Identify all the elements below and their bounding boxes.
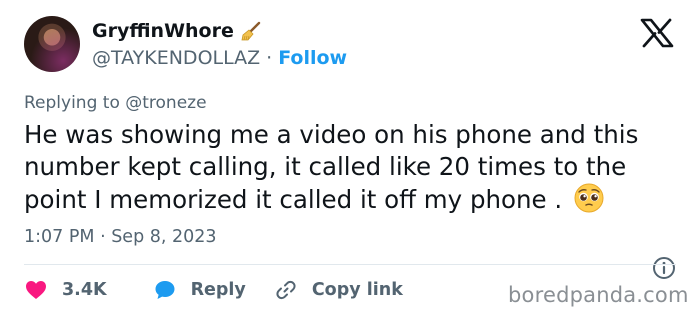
copy-link-button[interactable]: Copy link	[274, 278, 403, 302]
reply-bubble-icon	[155, 281, 175, 299]
pleading-face-emoji	[574, 183, 604, 213]
tweet-text: He was showing me a video on his phone a…	[24, 119, 664, 216]
timestamp[interactable]: 1:07 PM · Sep 8, 2023	[24, 227, 217, 247]
replying-prefix: Replying to	[24, 93, 120, 113]
tweet-card: GryffinWhore @TAYKENDOLLAZ · Follow Repl…	[0, 0, 700, 318]
avatar[interactable]	[24, 16, 80, 72]
like-count: 3.4K	[62, 280, 107, 300]
watermark: boredpanda.com	[508, 283, 689, 307]
name-row: GryffinWhore	[92, 20, 262, 42]
heart-icon	[26, 281, 46, 299]
replying-to: Replying to @troneze	[24, 93, 207, 113]
user-handle[interactable]: @TAYKENDOLLAZ	[92, 47, 260, 69]
reply-button[interactable]: Reply	[153, 278, 246, 302]
handle-row: @TAYKENDOLLAZ · Follow	[92, 47, 347, 69]
display-name[interactable]: GryffinWhore	[92, 20, 234, 42]
reply-label: Reply	[190, 280, 246, 300]
follow-button[interactable]: Follow	[278, 47, 347, 69]
separator-dot: ·	[266, 47, 273, 69]
info-icon[interactable]	[652, 256, 676, 280]
like-button[interactable]: 3.4K	[24, 278, 107, 302]
x-logo-icon[interactable]	[640, 18, 674, 48]
action-bar: 3.4K Reply Copy link	[24, 278, 403, 302]
broom-icon	[240, 20, 262, 42]
tweet-body: He was showing me a video on his phone a…	[24, 120, 639, 214]
copy-link-label: Copy link	[311, 280, 403, 300]
divider	[24, 264, 676, 265]
reply-mention-link[interactable]: @troneze	[125, 93, 206, 113]
link-icon	[276, 280, 296, 300]
